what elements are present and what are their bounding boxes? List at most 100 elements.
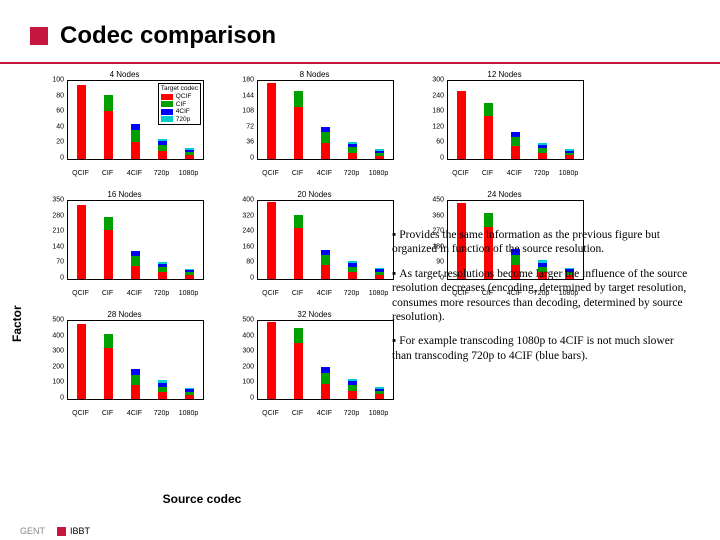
bar-segment — [538, 148, 547, 153]
panel-title: 28 Nodes — [47, 310, 202, 319]
bar-segment — [321, 384, 330, 399]
bar-segment — [375, 156, 384, 159]
title-rule — [0, 62, 720, 64]
stacked-bar — [158, 139, 167, 159]
bar-segment — [77, 205, 86, 279]
x-tick: 720p — [154, 410, 170, 417]
chart-panel: 16 Nodes070140210280350QCIFCIF4CIF720p10… — [47, 200, 202, 290]
x-tick: 720p — [344, 290, 360, 297]
bar-segment — [185, 152, 194, 155]
bar-segment — [131, 385, 140, 399]
x-tick: 1080p — [179, 170, 198, 177]
bar-segment — [185, 155, 194, 159]
panel-title: 4 Nodes — [47, 70, 202, 79]
bar-segment — [131, 375, 140, 385]
stacked-bar — [294, 91, 303, 159]
x-tick: 4CIF — [317, 410, 332, 417]
stacked-bar — [131, 124, 140, 159]
stacked-bar — [321, 127, 330, 160]
legend: Target codecQCIFCIF4CIF720p — [158, 83, 201, 125]
bar-segment — [484, 213, 493, 227]
bar-segment — [294, 328, 303, 343]
stacked-bar — [348, 142, 357, 159]
bar-segment — [375, 389, 384, 391]
y-tick: 70 — [56, 259, 64, 266]
y-tick: 180 — [242, 77, 254, 84]
stacked-bar — [294, 215, 303, 279]
y-tick: 240 — [242, 228, 254, 235]
x-tick: 1080p — [369, 290, 388, 297]
stacked-bar — [158, 262, 167, 279]
bar-segment — [348, 144, 357, 147]
bar-segment — [158, 383, 167, 387]
panel-title: 24 Nodes — [427, 190, 582, 199]
bar-segment — [158, 387, 167, 392]
bar-segment — [104, 111, 113, 159]
stacked-bar — [267, 202, 276, 279]
bar-segment — [348, 267, 357, 272]
x-tick: 1080p — [559, 170, 578, 177]
bar-segment — [348, 381, 357, 385]
stacked-bar — [294, 328, 303, 399]
chart-panel: 28 Nodes0100200300400500QCIFCIF4CIF720p1… — [47, 320, 202, 410]
bar-segment — [565, 153, 574, 156]
chart-panel: 8 Nodes03672108144180QCIFCIF4CIF720p1080… — [237, 80, 392, 170]
plot-area — [257, 320, 394, 400]
y-tick: 320 — [242, 212, 254, 219]
y-tick: 300 — [242, 348, 254, 355]
bar-segment — [484, 116, 493, 159]
y-tick: 72 — [246, 123, 254, 130]
legend-label: CIF — [176, 101, 186, 108]
bar-segment — [185, 270, 194, 272]
bar-segment — [185, 150, 194, 152]
plot-area — [67, 200, 204, 280]
y-tick: 0 — [440, 155, 444, 162]
bar-segment — [77, 85, 86, 159]
bar-segment — [375, 268, 384, 269]
bar-segment — [375, 151, 384, 153]
legend-title: Target codec — [161, 85, 198, 92]
y-tick: 450 — [432, 197, 444, 204]
y-tick: 36 — [246, 139, 254, 146]
bar-segment — [348, 379, 357, 382]
bar-segment — [348, 147, 357, 152]
y-tick: 400 — [242, 197, 254, 204]
legend-label: QCIF — [176, 93, 192, 100]
y-tick: 80 — [246, 259, 254, 266]
stacked-bar — [267, 83, 276, 159]
bar-segment — [538, 143, 547, 145]
bar-segment — [348, 142, 357, 144]
bar-segment — [104, 348, 113, 399]
stacked-bar — [348, 379, 357, 399]
y-tick: 108 — [242, 108, 254, 115]
legend-row: 720p — [161, 116, 198, 123]
bar-segment — [511, 146, 520, 159]
stacked-bar — [131, 369, 140, 399]
chart-panel: 4 Nodes020406080100Target codecQCIFCIF4C… — [47, 80, 202, 170]
bar-segment — [375, 272, 384, 275]
stacked-bar — [511, 132, 520, 159]
legend-row: QCIF — [161, 93, 198, 100]
bar-segment — [348, 261, 357, 263]
y-tick: 400 — [52, 332, 64, 339]
chart-panel: 12 Nodes060120180240300QCIFCIF4CIF720p10… — [427, 80, 582, 170]
x-tick: 1080p — [369, 410, 388, 417]
bar-segment — [158, 139, 167, 141]
bar-segment — [457, 91, 466, 159]
stacked-bar — [565, 149, 574, 159]
y-tick: 200 — [242, 363, 254, 370]
y-tick: 100 — [242, 379, 254, 386]
y-tick: 200 — [52, 363, 64, 370]
y-tick: 80 — [56, 92, 64, 99]
legend-swatch-icon — [161, 109, 173, 115]
panel-title: 20 Nodes — [237, 190, 392, 199]
bar-segment — [565, 151, 574, 153]
y-tick: 40 — [56, 123, 64, 130]
footer-org2: IBBT — [70, 526, 90, 536]
y-tick: 0 — [60, 395, 64, 402]
bar-segment — [321, 250, 330, 255]
bar-segment — [158, 272, 167, 279]
stacked-bar — [131, 251, 140, 279]
x-tick: CIF — [102, 170, 113, 177]
footer: GENT IBBT — [20, 526, 90, 536]
